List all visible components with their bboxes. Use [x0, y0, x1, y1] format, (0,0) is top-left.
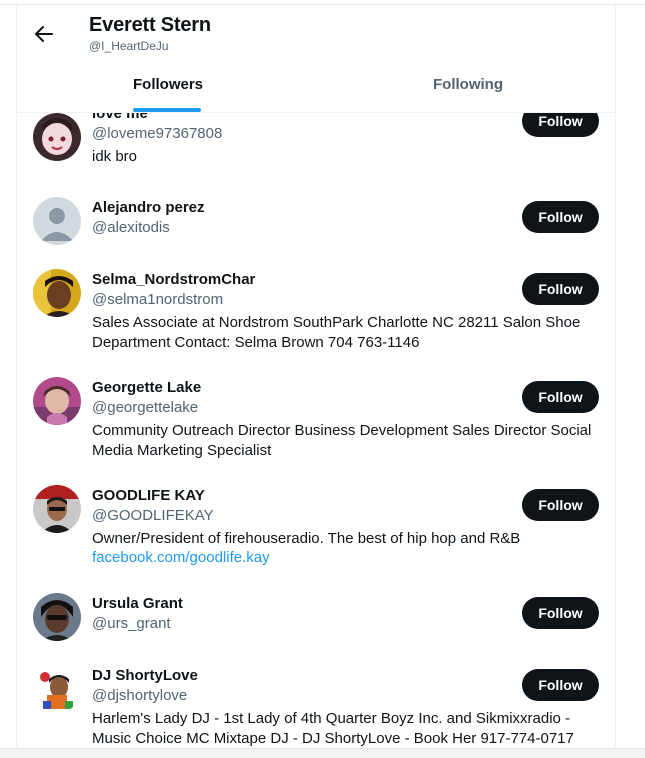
user-handle[interactable]: @GOODLIFEKAY [92, 507, 214, 524]
photo-avatar-icon [33, 377, 81, 425]
list-item[interactable]: love me @loveme97367808 idk bro Follow [17, 113, 615, 185]
profile-handle: @I_HeartDeJu [89, 39, 169, 53]
avatar[interactable] [33, 113, 81, 161]
user-bio: Owner/President of firehouseradio. The b… [92, 530, 521, 547]
user-handle[interactable]: @georgettelake [92, 399, 198, 416]
avatar[interactable] [33, 377, 81, 425]
column-border-right [615, 5, 616, 757]
follow-button[interactable]: Follow [522, 201, 599, 233]
list-item[interactable]: Alejandro perez @alexitodis Follow [17, 193, 615, 259]
follow-button[interactable]: Follow [522, 113, 599, 137]
followers-list: love me @loveme97367808 idk bro Follow A… [17, 113, 615, 748]
user-bio: Sales Associate at Nordstrom SouthPark C… [92, 314, 581, 351]
list-item[interactable]: Ursula Grant @urs_grant Follow [17, 589, 615, 655]
avatar[interactable] [33, 593, 81, 641]
user-name[interactable]: love me [92, 113, 148, 122]
user-name[interactable]: Selma_NordstromChar [92, 271, 255, 288]
back-arrow-icon [35, 26, 53, 42]
user-handle[interactable]: @alexitodis [92, 219, 170, 236]
user-bio: Harlem's Lady DJ - 1st Lady of 4th Quart… [92, 710, 574, 747]
profile-name: Everett Stern [89, 14, 211, 36]
photo-avatar-icon [33, 665, 81, 713]
avatar[interactable] [33, 665, 81, 713]
user-bio: idk bro [92, 148, 138, 165]
list-item[interactable]: Georgette Lake @georgettelake Community … [17, 373, 615, 473]
tab-followers[interactable]: Followers [133, 76, 203, 93]
avatar[interactable] [33, 197, 81, 245]
list-item[interactable]: DJ ShortyLove @djshortylove Harlem's Lad… [17, 661, 615, 748]
user-name[interactable]: DJ ShortyLove [92, 667, 198, 684]
list-item[interactable]: GOODLIFE KAY @GOODLIFEKAY Owner/Presiden… [17, 481, 615, 581]
default-avatar-icon [33, 197, 81, 245]
avatar[interactable] [33, 269, 81, 317]
photo-avatar-icon [33, 593, 81, 641]
user-handle[interactable]: @selma1nordstrom [92, 291, 223, 308]
photo-avatar-icon [33, 113, 81, 161]
tab-following[interactable]: Following [433, 76, 503, 93]
back-button[interactable] [33, 23, 55, 45]
user-bio: Community Outreach Director Business Dev… [92, 422, 592, 459]
photo-avatar-icon [33, 269, 81, 317]
bio-link[interactable]: facebook.com/goodlife.kay [92, 549, 270, 566]
follow-button[interactable]: Follow [522, 669, 599, 701]
user-name[interactable]: Georgette Lake [92, 379, 201, 396]
user-name[interactable]: Ursula Grant [92, 595, 183, 612]
user-name[interactable]: GOODLIFE KAY [92, 487, 205, 504]
photo-avatar-icon [33, 485, 81, 533]
user-name[interactable]: Alejandro perez [92, 199, 205, 216]
follow-button[interactable]: Follow [522, 381, 599, 413]
avatar[interactable] [33, 485, 81, 533]
follow-button[interactable]: Follow [522, 489, 599, 521]
user-handle[interactable]: @urs_grant [92, 615, 171, 632]
profile-header: Everett Stern @I_HeartDeJu Followers Fol… [17, 5, 615, 113]
follow-button[interactable]: Follow [522, 597, 599, 629]
user-handle[interactable]: @loveme97367808 [92, 125, 222, 142]
follow-button[interactable]: Follow [522, 273, 599, 305]
user-handle[interactable]: @djshortylove [92, 687, 187, 704]
list-item[interactable]: Selma_NordstromChar @selma1nordstrom Sal… [17, 265, 615, 365]
